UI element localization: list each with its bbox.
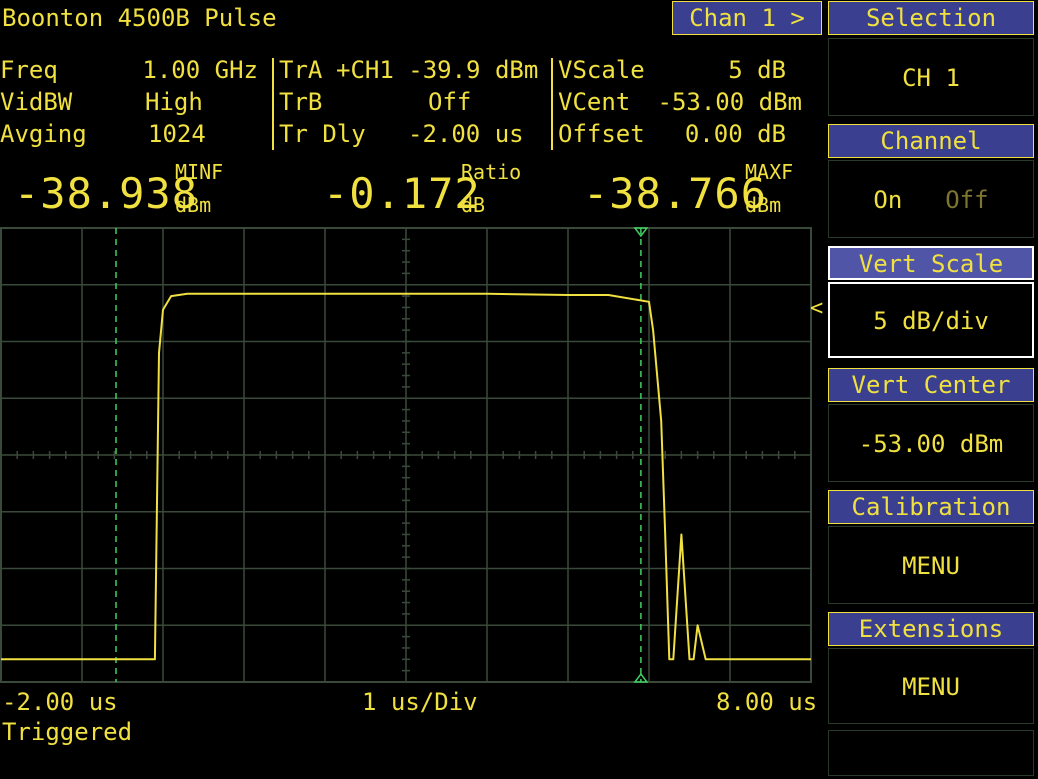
calibration-softkey[interactable]: MENU <box>828 526 1034 604</box>
trigger-status: Triggered <box>2 718 133 746</box>
x-end-label: 8.00 us <box>716 688 818 716</box>
x-start-label: -2.00 us <box>2 688 118 716</box>
calibration-header: Calibration <box>828 490 1034 524</box>
vert-center-header: Vert Center <box>828 368 1034 402</box>
blank-softkey[interactable] <box>828 730 1034 776</box>
graticule <box>0 227 812 683</box>
channel-header: Channel <box>828 124 1034 158</box>
vert-scale-softkey[interactable]: 5 dB/div <box>828 282 1034 358</box>
extensions-softkey[interactable]: MENU <box>828 648 1034 724</box>
selection-header: Selection <box>828 1 1034 35</box>
extensions-header: Extensions <box>828 612 1034 646</box>
channel-softkey[interactable]: On Off <box>828 160 1034 238</box>
selection-softkey[interactable]: CH 1 <box>828 38 1034 116</box>
timebase-label: 1 us/Div <box>362 688 478 716</box>
reference-level-marker: < <box>810 296 824 321</box>
channel-on-option[interactable]: On <box>873 186 902 214</box>
vert-center-softkey[interactable]: -53.00 dBm <box>828 404 1034 482</box>
vert-scale-header: Vert Scale <box>828 246 1034 280</box>
channel-off-option[interactable]: Off <box>945 186 988 214</box>
